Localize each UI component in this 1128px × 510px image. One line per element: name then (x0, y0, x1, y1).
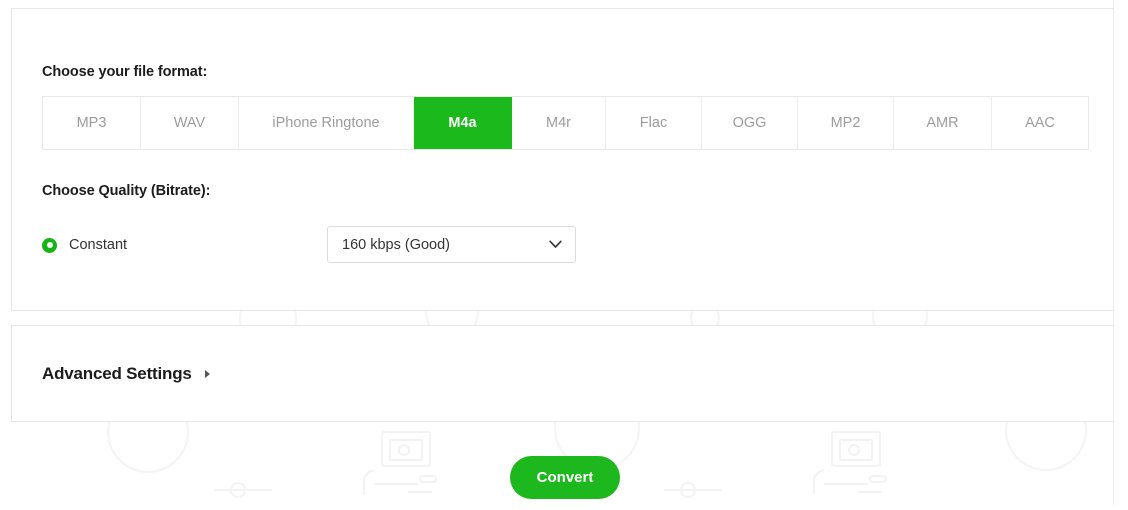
radio-selected-icon[interactable] (42, 237, 57, 253)
format-tab-group[interactable]: MP3 WAV iPhone Ringtone M4a M4r Flac OGG MP2 AMR… (42, 96, 1089, 150)
page-scrollbar[interactable] (1113, 0, 1128, 505)
format-tab-wav[interactable]: WAV (141, 97, 239, 149)
constant-bitrate-option[interactable]: Constant (42, 221, 127, 269)
format-tab-m4a[interactable]: M4a (414, 97, 512, 149)
caret-right-icon (204, 370, 210, 378)
bitrate-select[interactable]: 160 kbps (Good) (327, 226, 576, 263)
format-tab-flac[interactable]: Flac (606, 97, 702, 149)
format-tab-m4r[interactable]: M4r (512, 97, 606, 149)
format-tab-aac[interactable]: AAC (992, 97, 1088, 149)
bitrate-select-value: 160 kbps (Good) (342, 236, 451, 253)
format-tab-ogg[interactable]: OGG (702, 97, 798, 149)
format-quality-panel: Choose your file format: MP3 WAV iPhone Ri… (11, 8, 1114, 311)
format-section-label: Choose your file format: (42, 64, 208, 80)
quality-section-label: Choose Quality (Bitrate): (42, 183, 211, 199)
format-tab-iphone-ringtone[interactable]: iPhone Ringtone (239, 97, 414, 149)
format-tab-mp2[interactable]: MP2 (798, 97, 894, 149)
convert-button[interactable]: Convert (510, 456, 620, 499)
bitrate-row: Constant 160 kbps (Good) (42, 221, 1082, 269)
constant-bitrate-label: Constant (69, 237, 128, 253)
format-tab-amr[interactable]: AMR (894, 97, 992, 149)
chevron-down-icon (549, 240, 562, 249)
format-tab-mp3[interactable]: MP3 (43, 97, 141, 149)
advanced-settings-panel: Advanced Settings (11, 325, 1114, 422)
advanced-settings-title: Advanced Settings (42, 364, 192, 383)
advanced-settings-toggle[interactable]: Advanced Settings (42, 364, 210, 384)
